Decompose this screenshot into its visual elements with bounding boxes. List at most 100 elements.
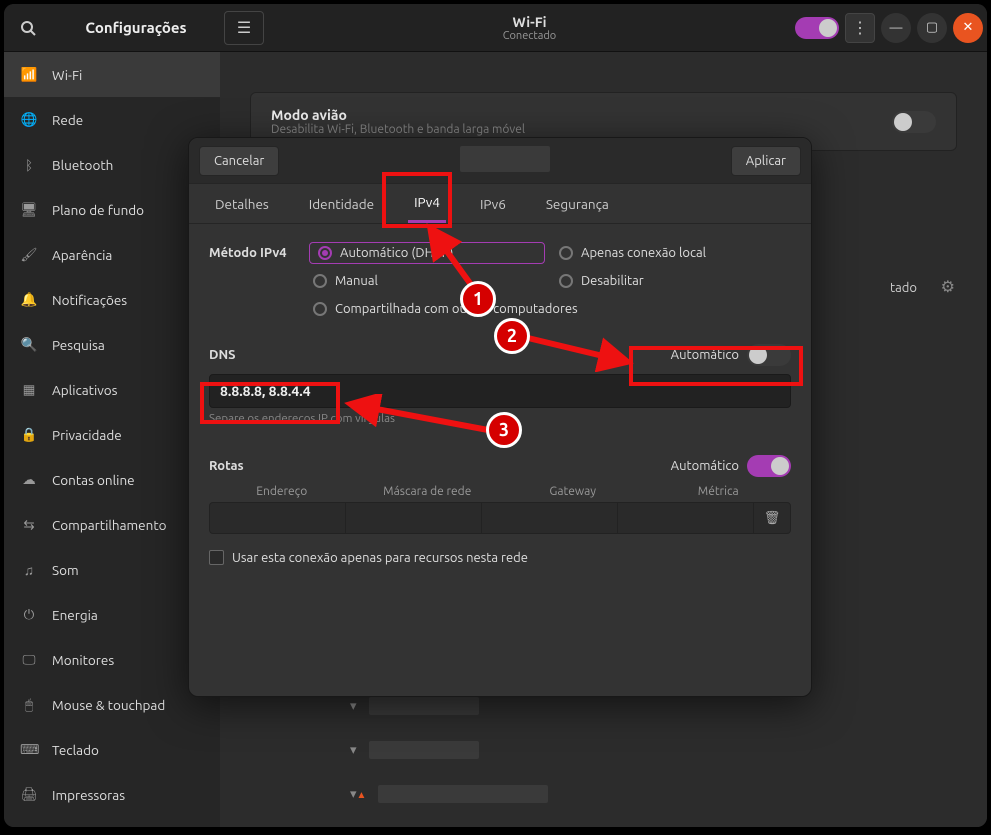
dns-hint: Separe os endereços IP com vírgulas	[209, 412, 791, 425]
sidebar-icon: ᛒ	[20, 157, 38, 173]
wifi-signal-icon: ▾	[350, 699, 357, 714]
wifi-master-toggle[interactable]	[795, 17, 839, 39]
sidebar-icon: ⌨	[20, 741, 38, 758]
sidebar-item-label: Aparência	[52, 247, 112, 263]
page-subtitle: Conectado	[264, 30, 795, 42]
sidebar-item-label: Plano de fundo	[52, 202, 144, 218]
only-local-label: Usar esta conexão apenas para recursos n…	[232, 551, 528, 565]
sidebar-item-label: Contas online	[52, 472, 135, 488]
connected-label-partial: tado	[890, 281, 917, 295]
delete-route-icon[interactable]: 🗑	[754, 503, 790, 533]
sidebar-icon: 🖵	[20, 651, 38, 668]
sidebar-icon: 🔔	[20, 291, 38, 308]
sidebar-item-label: Impressoras	[52, 787, 125, 803]
ipv4-method-radio[interactable]: Compartilhada com outros computadores	[309, 298, 791, 320]
sidebar-item-impressoras[interactable]: 🖨 Impressoras	[4, 772, 220, 817]
only-local-checkbox[interactable]	[209, 550, 224, 565]
sidebar-item-label: Wi-Fi	[52, 67, 82, 83]
airplane-toggle[interactable]	[892, 111, 936, 133]
sidebar-item-teclado[interactable]: ⌨ Teclado	[4, 727, 220, 772]
sidebar-icon: ♫	[20, 562, 38, 578]
tab-ipv6[interactable]: IPv6	[474, 186, 512, 222]
hamburger-button[interactable]: ☰	[224, 11, 264, 45]
radio-dot-icon	[559, 274, 573, 288]
sidebar-icon: ▦	[20, 381, 38, 398]
airplane-title: Modo avião	[271, 107, 525, 123]
airplane-sub: Desabilita Wi-Fi, Bluetooth e banda larg…	[271, 123, 525, 136]
routes-label: Rotas	[209, 459, 671, 473]
sidebar-item-label: Energia	[52, 607, 98, 623]
sidebar-icon: ☁	[20, 471, 38, 488]
sidebar-item-label: Pesquisa	[52, 337, 105, 353]
sidebar-item-wi-fi[interactable]: 📶 Wi-Fi	[4, 52, 220, 97]
list-item[interactable]: ▾▲	[350, 772, 870, 816]
sidebar-icon: 🔍	[20, 336, 38, 353]
sidebar-item-label: Aplicativos	[52, 382, 118, 398]
sidebar-item-label: Privacidade	[52, 427, 122, 443]
sidebar-icon: 🌐	[20, 111, 38, 128]
dns-input[interactable]	[209, 374, 791, 408]
sidebar-icon: 📶	[20, 66, 38, 83]
sidebar-icon: 🖨	[20, 786, 38, 803]
radio-label: Manual	[335, 274, 378, 288]
route-col-header: Endereço	[209, 485, 355, 498]
sidebar-item-label: Bluetooth	[52, 157, 113, 173]
tab-detalhes[interactable]: Detalhes	[209, 186, 275, 222]
minimize-button[interactable]: —	[881, 13, 911, 43]
close-button[interactable]: ✕	[953, 13, 983, 43]
sidebar-item-label: Rede	[52, 112, 83, 128]
radio-dot-icon	[313, 274, 327, 288]
sidebar-item-label: Notificações	[52, 292, 127, 308]
ipv4-method-radio[interactable]: Manual	[309, 270, 545, 292]
radio-dot-icon	[559, 246, 573, 260]
route-row[interactable]: 🗑	[209, 502, 791, 534]
sidebar-icon: ⇆	[20, 516, 38, 533]
tab-ipv4[interactable]: IPv4	[408, 184, 446, 223]
wifi-signal-icon: ▾▲	[350, 787, 366, 802]
radio-label: Automático (DHCP)	[340, 246, 453, 260]
sidebar-icon: 🖌	[20, 246, 38, 263]
radio-dot-icon	[318, 246, 332, 260]
dialog-title-redacted	[460, 146, 550, 172]
kebab-menu-button[interactable]: ⋮	[845, 13, 875, 43]
sidebar-icon: 🖱	[20, 696, 38, 713]
dns-label: DNS	[209, 348, 671, 362]
wifi-network-list: ▾ ▾ ▾▲	[350, 684, 870, 816]
ipv4-method-radio[interactable]: Apenas conexão local	[555, 242, 791, 264]
sidebar-icon: 🔒	[20, 426, 38, 443]
radio-label: Apenas conexão local	[581, 246, 706, 260]
list-item[interactable]: ▾	[350, 728, 870, 772]
ipv4-method-label: Método IPv4	[209, 242, 309, 260]
route-col-header: Máscara de rede	[355, 485, 501, 498]
sidebar-icon: ⏻	[20, 606, 38, 623]
page-title: Wi-Fi	[264, 14, 795, 30]
radio-label: Compartilhada com outros computadores	[335, 302, 578, 316]
dns-auto-toggle[interactable]	[747, 344, 791, 366]
radio-label: Desabilitar	[581, 274, 644, 288]
cancel-button[interactable]: Cancelar	[199, 146, 279, 176]
ipv4-method-radio[interactable]: Automático (DHCP)	[309, 242, 545, 264]
sidebar-item-rede[interactable]: 🌐 Rede	[4, 97, 220, 142]
sidebar-item-label: Som	[52, 562, 79, 578]
apply-button[interactable]: Aplicar	[731, 146, 801, 176]
tab-identidade[interactable]: Identidade	[303, 186, 380, 222]
sidebar-item-label: Mouse & touchpad	[52, 697, 165, 713]
radio-dot-icon	[313, 302, 327, 316]
routes-auto-toggle[interactable]	[747, 455, 791, 477]
network-settings-icon[interactable]: ⚙	[941, 277, 955, 296]
search-button[interactable]	[4, 4, 52, 52]
sidebar-icon: 🖥	[20, 201, 38, 218]
route-col-header: Métrica	[646, 485, 792, 498]
sidebar-item-label: Teclado	[52, 742, 99, 758]
sidebar-item-label: Monitores	[52, 652, 114, 668]
routes-auto-label: Automático	[671, 459, 739, 473]
maximize-button[interactable]: ▢	[917, 13, 947, 43]
route-col-header: Gateway	[500, 485, 646, 498]
dns-auto-label: Automático	[671, 348, 739, 362]
tab-segurança[interactable]: Segurança	[540, 186, 615, 222]
sidebar-item-label: Compartilhamento	[52, 517, 167, 533]
app-title: Configurações	[52, 19, 220, 36]
wifi-signal-icon: ▾	[350, 743, 357, 758]
ipv4-method-radio[interactable]: Desabilitar	[555, 270, 791, 292]
connection-settings-dialog: Cancelar Aplicar Detalhes Identidade IPv4 I…	[188, 137, 812, 697]
